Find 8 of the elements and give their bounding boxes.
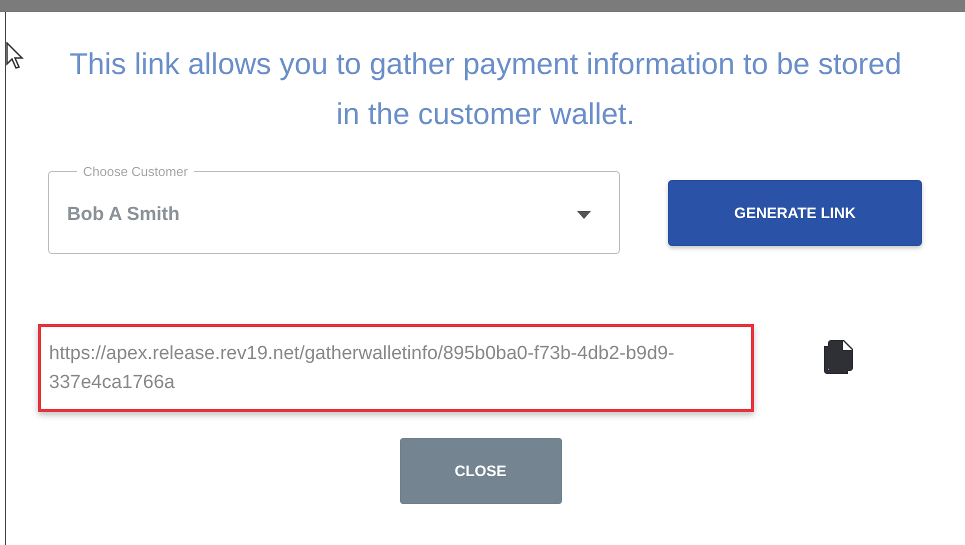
close-button[interactable]: CLOSE: [400, 438, 562, 504]
generate-link-button[interactable]: GENERATE LINK: [668, 180, 922, 246]
copy-icon[interactable]: [822, 340, 854, 376]
dialog-message: This link allows you to gather payment information to be stored in the customer wallet.: [68, 47, 903, 133]
link-field[interactable]: https://apex.release.rev19.net/gatherwalletinfo/895b0ba0-f73b-4db2-b9d9-337e4ca1766a: [38, 324, 754, 412]
field-label: Choose Customer: [82, 164, 189, 179]
caret-icon: [577, 211, 591, 219]
customer-select[interactable]: Choose Customer Bob A Smith: [48, 164, 620, 254]
